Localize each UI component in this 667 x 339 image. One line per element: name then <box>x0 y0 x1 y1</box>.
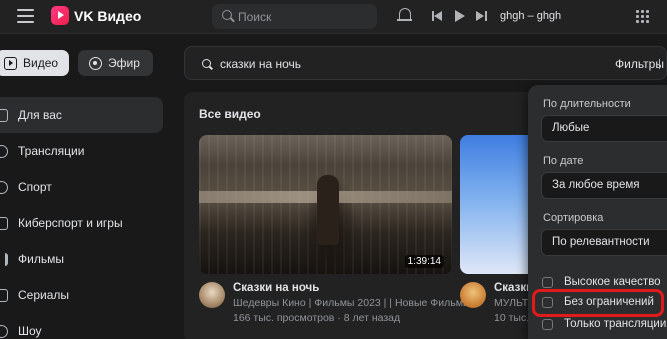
menu-icon[interactable] <box>17 9 34 23</box>
broadcast-icon <box>0 144 8 158</box>
sport-icon <box>0 180 8 194</box>
sidebar-item-label: Киберспорт и игры <box>18 216 123 230</box>
series-icon <box>0 288 8 302</box>
checkbox-live-only[interactable]: Только трансляции <box>542 316 666 332</box>
bell-icon[interactable] <box>397 8 412 21</box>
top-header: VK Видео ghgh – ghgh <box>0 0 667 34</box>
header-search[interactable] <box>212 4 377 29</box>
sidebar-nav: Для вас Трансляции Спорт Киберспорт и иг… <box>0 97 163 339</box>
checkbox-box[interactable] <box>542 276 553 288</box>
channel-avatar[interactable] <box>199 282 225 308</box>
show-icon <box>0 324 8 338</box>
next-icon[interactable] <box>476 11 487 21</box>
sidebar-item-esports[interactable]: Киберспорт и игры <box>0 205 163 241</box>
date-label: По дате <box>543 155 584 167</box>
tab-live-label: Эфир <box>108 56 140 70</box>
main-search-bar[interactable]: сказки на ночь Фильтры <box>184 46 667 80</box>
sidebar-item-for-you[interactable]: Для вас <box>0 97 163 133</box>
sidebar-item-sport[interactable]: Спорт <box>0 169 163 205</box>
sidebar-item-show[interactable]: Шоу <box>0 313 163 339</box>
sidebar-item-label: Сериалы <box>18 288 70 302</box>
section-title: Все видео <box>199 107 261 121</box>
duration-label: По длительности <box>543 98 631 110</box>
sidebar-item-films[interactable]: Фильмы <box>0 241 163 277</box>
search-icon <box>222 10 232 20</box>
vk-video-logo[interactable] <box>51 6 69 25</box>
sidebar-item-broadcasts[interactable]: Трансляции <box>0 133 163 169</box>
film-icon <box>0 252 8 266</box>
for-you-icon <box>0 108 8 122</box>
video-title[interactable]: Сказки на ночь <box>233 282 319 294</box>
tab-video-label: Видео <box>23 56 59 70</box>
previous-icon[interactable] <box>432 11 443 21</box>
date-select[interactable]: За любое время <box>541 172 667 199</box>
filters-icon[interactable] <box>659 59 662 69</box>
video-duration: 1:39:14 <box>404 255 444 268</box>
checkbox-label: Только трансляции <box>564 318 667 330</box>
search-query[interactable]: сказки на ночь <box>220 57 301 71</box>
search-icon <box>202 59 211 68</box>
tab-video[interactable]: Видео <box>0 50 69 76</box>
video-icon <box>4 56 17 70</box>
logo-text[interactable]: VK Видео <box>74 8 141 24</box>
duration-select[interactable]: Любые <box>541 115 667 142</box>
live-icon <box>89 56 102 70</box>
channel-avatar[interactable] <box>460 282 486 308</box>
now-playing-track[interactable]: ghgh – ghgh <box>500 10 561 22</box>
sidebar-item-label: Фильмы <box>18 252 64 266</box>
checkbox-label: Высокое качество <box>564 276 661 288</box>
highlight-annotation <box>532 289 664 317</box>
play-icon[interactable] <box>455 10 465 22</box>
sidebar-item-label: Трансляции <box>18 144 85 158</box>
sidebar-item-label: Для вас <box>18 108 62 122</box>
video-channel[interactable]: Шедевры Кино | Фильмы 2023 | | Новые Фил… <box>233 297 470 309</box>
checkbox-high-quality[interactable]: Высокое качество <box>542 274 661 290</box>
sidebar-item-label: Шоу <box>18 324 42 338</box>
sort-select[interactable]: По релевантности <box>541 229 667 256</box>
apps-grid-icon[interactable] <box>636 10 649 23</box>
video-thumbnail[interactable]: 1:39:14 <box>199 135 452 274</box>
filters-button[interactable]: Фильтры <box>615 57 664 71</box>
gamepad-icon <box>0 216 8 230</box>
checkbox-box[interactable] <box>542 318 553 330</box>
sidebar-item-series[interactable]: Сериалы <box>0 277 163 313</box>
video-meta: 166 тыс. просмотров · 8 лет назад <box>233 312 401 324</box>
tab-live[interactable]: Эфир <box>78 50 153 76</box>
header-search-input[interactable] <box>238 4 373 29</box>
sidebar-item-label: Спорт <box>18 180 52 194</box>
sort-label: Сортировка <box>543 212 604 224</box>
